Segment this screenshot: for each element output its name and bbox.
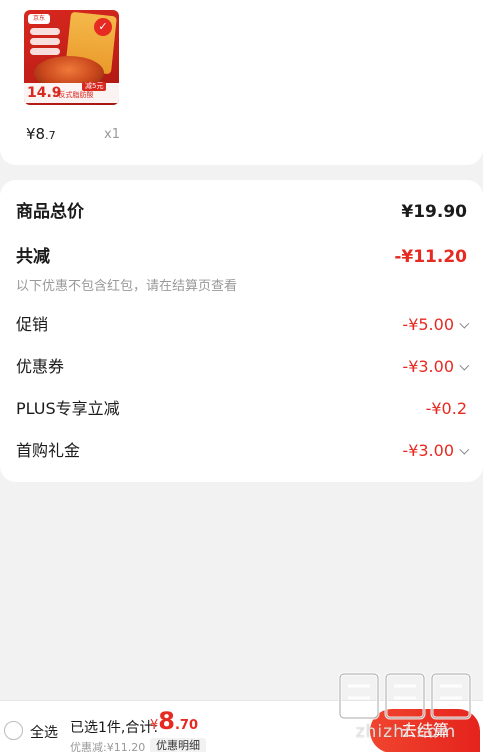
plus-label: PLUS专享立减 bbox=[16, 399, 120, 418]
watermark-site: zhizhi.com bbox=[355, 722, 457, 742]
summary-row-coupon[interactable]: 优惠券 -¥3.00 bbox=[0, 355, 483, 379]
product-quantity: x1 bbox=[104, 127, 120, 142]
coupon-amount: -¥3.00 bbox=[402, 357, 454, 376]
chevron-down-icon bbox=[459, 318, 470, 329]
first-purchase-amount: -¥3.00 bbox=[402, 441, 454, 460]
promotion-label: 促销 bbox=[16, 315, 49, 334]
chevron-down-icon bbox=[459, 444, 470, 455]
coupon-value: -¥3.00 bbox=[402, 355, 470, 379]
product-card: ✓ 京东 减5元 14.9 0反式脂肪酸 ¥8.7 x1 bbox=[0, 0, 483, 165]
total-dec: .70 bbox=[174, 718, 199, 733]
thumb-price-sub: 0反式脂肪酸 bbox=[54, 91, 94, 99]
summary-row-total: 商品总价 ¥19.90 bbox=[0, 200, 483, 224]
product-price: ¥8.7 bbox=[26, 125, 56, 143]
selected-summary: 已选1件,合计: bbox=[70, 720, 159, 736]
first-purchase-label: 首购礼金 bbox=[16, 441, 81, 460]
thumb-save-tag: 减5元 bbox=[82, 82, 107, 91]
select-all-label[interactable]: 全选 bbox=[30, 722, 58, 742]
total-label: 商品总价 bbox=[16, 202, 84, 222]
total-amount: ¥8.70 bbox=[150, 707, 198, 735]
price-int: 8 bbox=[35, 125, 46, 143]
thumb-logo: 京东 bbox=[28, 14, 50, 24]
price-dec: .7 bbox=[45, 129, 56, 142]
check-badge-icon: ✓ bbox=[94, 18, 112, 36]
first-purchase-value: -¥3.00 bbox=[402, 439, 470, 463]
plus-value: -¥0.2 bbox=[425, 399, 467, 418]
discount-amount: 优惠减:¥11.20 bbox=[70, 741, 146, 752]
promotion-value: -¥5.00 bbox=[402, 313, 470, 337]
reduce-label: 共减 bbox=[16, 247, 50, 267]
summary-row-plus: PLUS专享立减 -¥0.2 bbox=[0, 397, 483, 421]
watermark-logo bbox=[338, 672, 472, 720]
reduce-value: -¥11.20 bbox=[394, 247, 467, 267]
promotion-amount: -¥5.00 bbox=[402, 315, 454, 334]
price-symbol: ¥ bbox=[26, 125, 36, 143]
chevron-down-icon bbox=[459, 360, 470, 371]
coupon-label: 优惠券 bbox=[16, 357, 65, 376]
discount-note: 以下优惠不包含红包，请在结算页查看 bbox=[16, 279, 238, 294]
total-value: ¥19.90 bbox=[401, 202, 467, 222]
thumb-feature-pill bbox=[30, 48, 60, 55]
summary-row-reduce: 共减 -¥11.20 bbox=[0, 245, 483, 269]
price-summary-card: 商品总价 ¥19.90 共减 -¥11.20 以下优惠不包含红包，请在结算页查看… bbox=[0, 180, 483, 482]
discount-detail-button[interactable]: 优惠明细 bbox=[150, 738, 206, 752]
total-int: 8 bbox=[158, 707, 175, 735]
summary-row-first-purchase[interactable]: 首购礼金 -¥3.00 bbox=[0, 439, 483, 463]
select-all-radio[interactable] bbox=[4, 721, 23, 740]
thumb-feature-pill bbox=[30, 28, 60, 35]
product-thumbnail[interactable]: ✓ 京东 减5元 14.9 0反式脂肪酸 bbox=[24, 10, 119, 105]
thumb-feature-pill bbox=[30, 38, 60, 45]
summary-row-promotion[interactable]: 促销 -¥5.00 bbox=[0, 313, 483, 337]
